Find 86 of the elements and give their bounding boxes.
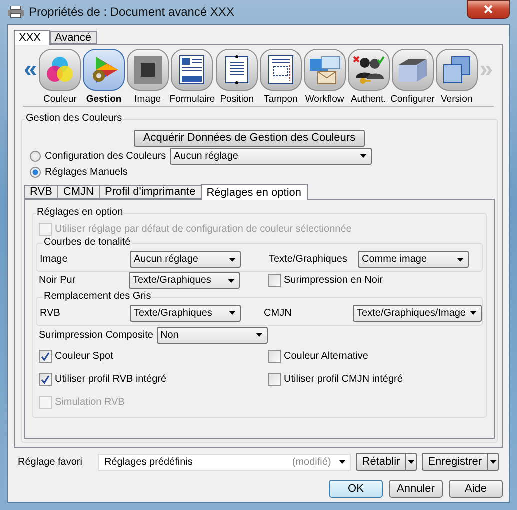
category-button[interactable]: Tampon <box>259 49 303 105</box>
radio-button[interactable] <box>30 150 41 162</box>
field-label: Texte/Graphiques <box>269 254 348 265</box>
close-button[interactable] <box>467 0 510 19</box>
category-label: Tampon <box>264 94 298 105</box>
caret-icon <box>360 154 367 158</box>
dropdown[interactable]: Comme image <box>358 251 469 268</box>
document-position-icon <box>223 55 252 85</box>
category-label: Authent. <box>350 94 386 105</box>
category-button[interactable]: Workflow <box>302 49 347 105</box>
tab[interactable]: RVB <box>24 185 58 199</box>
tab[interactable]: XXX <box>14 30 50 45</box>
category-button[interactable]: Gestion <box>82 49 126 105</box>
radio-button[interactable] <box>30 166 41 178</box>
tab[interactable]: CMJN <box>57 185 100 199</box>
modified-note: (modifié) <box>292 456 332 468</box>
checkbox-label: Utiliser réglage par défaut de configuration de couleur sélectionnée <box>55 224 353 234</box>
category-label: Configurer <box>390 94 435 105</box>
dropdown-icon <box>490 460 496 464</box>
field-label: RVB <box>40 308 62 319</box>
category-button[interactable]: Configurer <box>390 49 435 105</box>
group-title: Réglages en option <box>36 206 124 219</box>
field-label: Réglage favori <box>18 456 84 468</box>
field-label: Image <box>40 254 69 265</box>
checkbox[interactable] <box>39 350 52 362</box>
field-label: CMJN <box>264 308 293 319</box>
checkbox-label: Simulation RVB <box>55 396 126 408</box>
category-label: Image <box>134 94 162 105</box>
layers-icon <box>442 55 472 85</box>
category-label: Workflow <box>305 94 344 105</box>
dropdown[interactable]: Texte/Graphiques <box>130 304 241 322</box>
field-label: Noir Pur <box>39 275 77 286</box>
stamp-document-icon <box>268 55 294 85</box>
category-label: Couleur <box>44 94 77 105</box>
caret-icon <box>457 258 464 262</box>
caret-icon <box>339 460 346 464</box>
checkbox[interactable] <box>268 274 281 288</box>
category-label: Gestion <box>86 94 122 105</box>
category-button[interactable]: Couleur <box>38 49 82 105</box>
category-button[interactable]: Version <box>434 49 479 105</box>
dropdown[interactable]: Non <box>156 326 268 344</box>
category-button[interactable]: Formulaire <box>170 49 216 105</box>
split-button[interactable]: Rétablir <box>356 453 418 471</box>
dialog-button[interactable]: Aide <box>449 480 503 498</box>
printer-icon <box>8 6 24 18</box>
tab[interactable]: Avancé <box>50 31 96 44</box>
dropdown[interactable]: Aucun réglage <box>130 251 241 268</box>
tab[interactable]: Profil d'imprimante <box>98 185 202 199</box>
group-title: Remplacement des Gris <box>43 290 152 303</box>
checkbox-label: Utiliser profil CMJN intégré <box>284 374 404 384</box>
caret-icon <box>256 333 262 338</box>
caret-icon <box>229 258 236 262</box>
tab[interactable]: Réglages en option <box>200 184 308 200</box>
caret-icon <box>229 311 236 316</box>
dialog-button[interactable]: Annuler <box>389 480 443 498</box>
form-document-icon <box>179 55 206 85</box>
category-button[interactable]: Authent. <box>346 49 391 105</box>
checkbox-label: Utiliser profil RVB intégré <box>55 374 168 384</box>
checkbox[interactable] <box>268 350 281 362</box>
radio-label: Réglages Manuels <box>45 166 129 178</box>
checkbox[interactable] <box>268 372 281 386</box>
checkbox-label: Couleur Alternative <box>284 350 370 362</box>
window-title: Propriétés de : Document avancé XXX <box>29 5 236 19</box>
scroll-left-button[interactable]: « <box>23 49 38 91</box>
dropdown[interactable]: Texte/Graphiques <box>129 272 240 290</box>
checkbox-label: Couleur Spot <box>55 350 114 362</box>
acquire-button[interactable]: Acquérir Données de Gestion des Couleurs <box>134 130 365 146</box>
checkbox-label: Surimpression en Noir <box>284 275 384 286</box>
dialog-button[interactable]: OK <box>329 480 383 498</box>
dropdown[interactable]: Aucun réglage <box>170 148 372 164</box>
caret-icon <box>470 311 477 316</box>
category-button[interactable]: Image <box>126 49 170 105</box>
category-label: Position <box>220 94 254 105</box>
category-button[interactable]: Position <box>215 49 260 105</box>
radio-label: Configuration des Couleurs <box>45 150 168 162</box>
close-icon <box>484 5 493 14</box>
category-label: Version <box>441 94 473 105</box>
dropdown[interactable]: Texte/Graphiques/Image <box>353 304 482 322</box>
field-label: Surimpression Composite <box>39 330 154 341</box>
checkbox[interactable] <box>39 372 52 386</box>
split-button[interactable]: Enregistrer <box>422 453 499 471</box>
halftone-icon <box>132 55 163 85</box>
dropdown-icon <box>408 460 415 464</box>
caret-icon <box>228 278 235 283</box>
category-label: Formulaire <box>170 94 216 105</box>
favorite-combo[interactable]: Réglages prédéfinis (modifié) <box>98 454 352 470</box>
